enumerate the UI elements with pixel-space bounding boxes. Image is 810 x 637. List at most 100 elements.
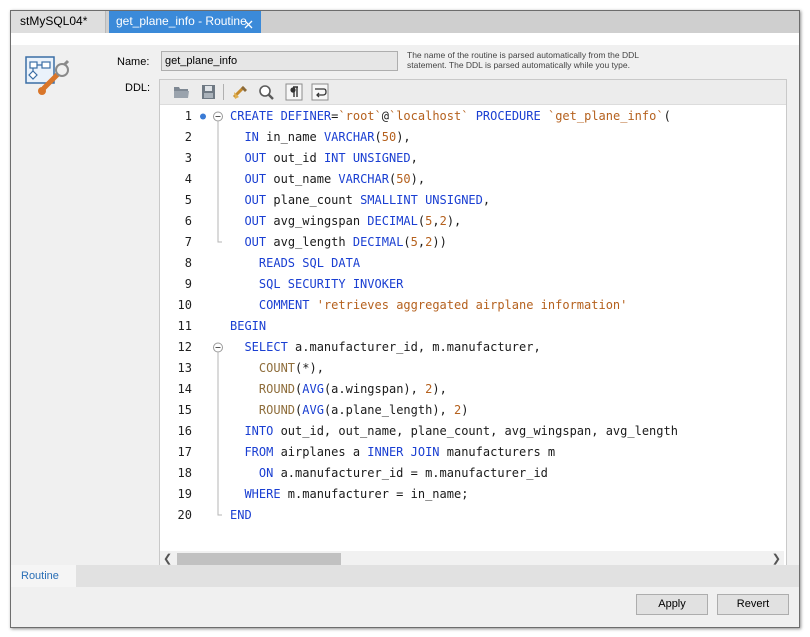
line-number: 5 (184, 193, 192, 207)
code-token: out_name (266, 172, 339, 186)
code-token: AVG (302, 403, 324, 417)
routine-panel: Name: The name of the routine is parsed … (11, 45, 799, 570)
code-token: ( (374, 130, 382, 144)
line-number: 12 (177, 340, 192, 354)
code-line[interactable]: 17 FROM airplanes a INNER JOIN manufactu… (160, 442, 784, 463)
line-number: 10 (177, 298, 192, 312)
line-number: 15 (177, 403, 192, 417)
code-line[interactable]: 2 IN in_name VARCHAR(50), (160, 127, 784, 148)
code-line[interactable]: 12 SELECT a.manufacturer_id, m.manufactu… (160, 337, 784, 358)
code-line[interactable]: 8 READS SQL DATA (160, 253, 784, 274)
code-line[interactable]: 4 OUT out_name VARCHAR(50), (160, 169, 784, 190)
code-token: 50 (381, 130, 397, 144)
code-text: FROM airplanes a INNER JOIN manufacturer… (230, 442, 555, 463)
code-line[interactable]: 5 OUT plane_count SMALLINT UNSIGNED, (160, 190, 784, 211)
close-icon[interactable] (243, 16, 254, 29)
tab-get-plane-info-routine[interactable]: get_plane_info - Routine (109, 11, 261, 33)
code-token: BEGIN (230, 319, 267, 333)
code-token: (a.wingspan), (323, 382, 426, 396)
code-line[interactable]: 14 ROUND(AVG(a.wingspan), 2), (160, 379, 784, 400)
scroll-left-icon[interactable]: ❮ (163, 553, 173, 565)
tab-stmysql04[interactable]: stMySQL04* (11, 11, 106, 33)
code-line[interactable]: 15 ROUND(AVG(a.plane_length), 2) (160, 400, 784, 421)
code-token: ), (410, 172, 426, 186)
line-number: 9 (184, 277, 192, 291)
code-text: END (230, 505, 252, 526)
code-token: `localhost` (388, 109, 469, 123)
fold-range-line (217, 352, 222, 516)
revert-button[interactable]: Revert (717, 594, 789, 615)
breakpoint-marker-icon[interactable] (200, 113, 206, 120)
word-wrap-icon[interactable] (311, 83, 330, 101)
code-token: END (230, 508, 252, 522)
code-line[interactable]: 7 OUT avg_length DECIMAL(5,2)) (160, 232, 784, 253)
scroll-right-icon[interactable]: ❯ (771, 553, 781, 565)
code-token: ON (258, 466, 274, 480)
code-token: DECIMAL (352, 235, 404, 249)
code-token: 5 (410, 235, 418, 249)
code-token: plane_count (266, 193, 361, 207)
editor-subtab-bar: Routine (11, 565, 799, 587)
name-hint-text: The name of the routine is parsed automa… (407, 50, 707, 70)
code-line[interactable]: 19 WHERE m.manufacturer = in_name; (160, 484, 784, 505)
toolbar-separator (223, 84, 224, 100)
code-token: WHERE (244, 487, 281, 501)
tab-routine[interactable]: Routine (11, 565, 76, 587)
code-token: VARCHAR (323, 130, 375, 144)
code-area[interactable]: 1 CREATE DEFINER=`root`@`localhost` PROCE… (160, 106, 784, 546)
pilcrow-icon[interactable] (285, 83, 304, 101)
code-line[interactable]: 10 COMMENT 'retrieves aggregated airplan… (160, 295, 784, 316)
code-line[interactable]: 9 SQL SECURITY INVOKER (160, 274, 784, 295)
code-text: BEGIN (230, 316, 266, 337)
code-line[interactable]: 13 COUNT(*), (160, 358, 784, 379)
routine-name-input[interactable] (161, 51, 398, 71)
code-token: READS SQL DATA (258, 256, 361, 270)
code-line[interactable]: 16 INTO out_id, out_name, plane_count, a… (160, 421, 784, 442)
apply-button[interactable]: Apply (636, 594, 708, 615)
code-line[interactable]: 3 OUT out_id INT UNSIGNED, (160, 148, 784, 169)
code-token: ROUND (258, 403, 296, 417)
line-number: 14 (177, 382, 192, 396)
code-line[interactable]: 18 ON a.manufacturer_id = m.manufacturer… (160, 463, 784, 484)
code-token: avg_wingspan (266, 214, 368, 228)
code-token: IN (244, 130, 259, 144)
code-token: AVG (302, 382, 324, 396)
code-token: ), (432, 382, 447, 396)
code-text: COMMENT 'retrieves aggregated airplane i… (230, 295, 627, 316)
scrollbar-thumb[interactable] (177, 553, 341, 565)
line-number: 6 (184, 214, 192, 228)
code-line[interactable]: 6 OUT avg_wingspan DECIMAL(5,2), (160, 211, 784, 232)
search-icon[interactable] (257, 83, 276, 101)
code-token: 50 (396, 172, 411, 186)
code-token: VARCHAR (338, 172, 389, 186)
footer-bar: Apply Revert (11, 587, 799, 627)
code-line[interactable]: 20 END (160, 505, 784, 526)
folder-open-icon[interactable] (172, 83, 191, 101)
code-token: , (432, 214, 440, 228)
beautify-icon[interactable] (231, 83, 250, 101)
tab-label: get_plane_info - Routine (116, 14, 247, 28)
code-token: in_name (258, 130, 324, 144)
code-text: OUT out_name VARCHAR(50), (230, 169, 425, 190)
name-hint-line: statement. The DDL is parsed automatical… (407, 60, 630, 70)
ddl-code-editor[interactable]: 1 CREATE DEFINER=`root`@`localhost` PROCE… (159, 79, 787, 570)
line-number: 3 (184, 151, 192, 165)
line-number: 11 (177, 319, 192, 333)
code-token: ( (403, 235, 411, 249)
code-token: SMALLINT UNSIGNED (360, 193, 483, 207)
line-number: 20 (177, 508, 192, 522)
ddl-label: DDL: (125, 82, 151, 94)
code-token: FROM (244, 445, 274, 459)
code-line[interactable]: 1 CREATE DEFINER=`root`@`localhost` PROCE… (160, 106, 784, 127)
line-number: 4 (184, 172, 192, 186)
line-number: 13 (177, 361, 192, 375)
code-line[interactable]: 11 BEGIN (160, 316, 784, 337)
save-icon[interactable] (199, 83, 218, 101)
